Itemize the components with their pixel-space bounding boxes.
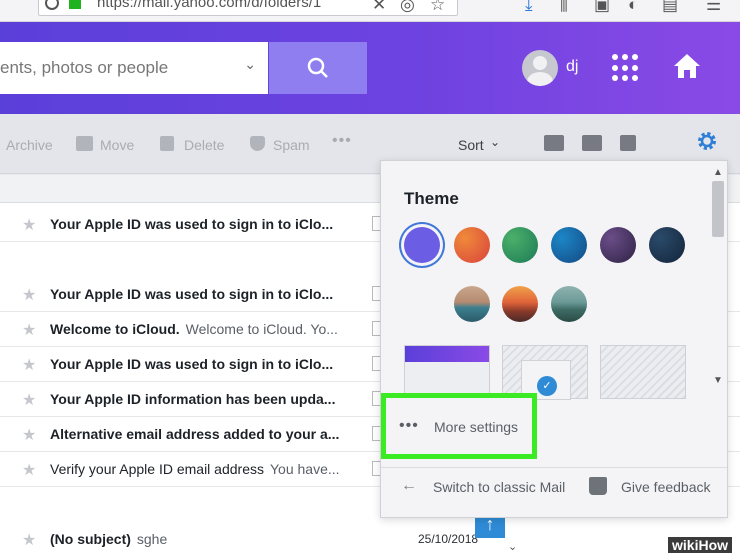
layout-option-3[interactable] — [600, 345, 686, 399]
gear-icon[interactable] — [696, 130, 718, 152]
star-icon[interactable]: ★ — [22, 460, 36, 480]
search-placeholder: ents, photos or people — [0, 58, 169, 77]
message-subject: Your Apple ID was used to sign in to iCl… — [50, 356, 334, 372]
chevron-up-icon[interactable]: ▲ — [713, 167, 723, 178]
search-input[interactable]: ents, photos or people ⌄ — [0, 42, 268, 94]
info-icon[interactable] — [45, 0, 59, 10]
message-snippet: Welcome to iCloud. Yo... — [185, 321, 338, 337]
user-name[interactable]: dj — [566, 58, 578, 76]
notepad-icon[interactable] — [620, 135, 636, 151]
apps-grid-icon[interactable] — [612, 54, 640, 82]
message-snippet: sghe — [136, 531, 168, 547]
extension-icon[interactable]: ◐ — [628, 0, 638, 16]
watermark-wiki: wiki — [672, 537, 699, 553]
library-icon[interactable]: ⫼ — [560, 0, 568, 16]
message-snippet: You have... — [270, 461, 340, 477]
move-button[interactable]: Move — [100, 137, 134, 153]
message-subject: (No subject) — [50, 531, 131, 547]
home-icon[interactable] — [672, 52, 702, 80]
more-settings-label: More settings — [434, 419, 519, 435]
star-icon[interactable]: ★ — [22, 390, 36, 410]
download-icon[interactable]: ⤓ — [525, 0, 533, 16]
divider — [381, 467, 727, 468]
chevron-down-icon[interactable]: ⌄ — [508, 540, 517, 553]
thumbs-up-icon[interactable] — [589, 477, 607, 495]
more-settings-button[interactable]: ••• More settings — [381, 393, 537, 459]
browser-toolbar: https://mail.yahoo.com/d/folders/1 ✕ ◎ ☆… — [0, 0, 740, 22]
theme-image-beach[interactable] — [454, 286, 490, 322]
more-dots-icon: ••• — [399, 417, 419, 434]
layout-option-1[interactable] — [404, 345, 490, 399]
message-subject: Your Apple ID was used to sign in to iCl… — [50, 216, 334, 232]
archive-button[interactable]: Archive — [6, 137, 53, 153]
message-subject: Your Apple ID was used to sign in to iCl… — [50, 286, 334, 302]
switch-classic-button[interactable]: Switch to classic Mail — [433, 479, 565, 495]
theme-image-sunset[interactable] — [502, 286, 538, 322]
star-icon[interactable]: ★ — [22, 320, 36, 340]
chevron-down-icon[interactable]: ▼ — [713, 375, 723, 386]
sort-button[interactable]: Sort — [458, 137, 484, 153]
close-icon[interactable]: ✕ — [372, 0, 386, 16]
theme-swatch-green[interactable] — [502, 227, 538, 263]
reader-icon[interactable]: ◎ — [400, 0, 415, 16]
extension2-icon[interactable]: ▤ — [662, 0, 678, 16]
layout-option-2[interactable]: ✓ — [502, 345, 588, 400]
address-bar[interactable]: https://mail.yahoo.com/d/folders/1 — [38, 0, 458, 16]
watermark-how: How — [698, 537, 729, 553]
theme-swatch-plum[interactable] — [600, 227, 636, 263]
message-date: 25/10/2018 — [418, 532, 479, 546]
theme-title: Theme — [404, 189, 459, 208]
search-icon — [307, 57, 328, 78]
theme-swatch-purple[interactable] — [404, 227, 440, 263]
avatar[interactable] — [522, 50, 558, 86]
message-subject: Welcome to iCloud. — [50, 321, 180, 337]
chevron-down-icon[interactable]: ⌄ — [490, 135, 500, 149]
star-icon[interactable]: ★ — [22, 530, 36, 550]
theme-swatch-orange[interactable] — [454, 227, 490, 263]
secure-lock-icon — [69, 0, 81, 9]
star-icon[interactable]: ★ — [22, 425, 36, 445]
popup-scrollbar[interactable]: ▲ ▼ — [709, 161, 727, 393]
give-feedback-button[interactable]: Give feedback — [621, 479, 711, 495]
settings-popup: Theme ✓ ▲ ▼ ••• More settings ← Switch t… — [380, 160, 728, 518]
url-text[interactable]: https://mail.yahoo.com/d/folders/1 — [97, 0, 321, 11]
list-item[interactable]: ★ (No subject) sghe 25/10/2018 — [0, 522, 740, 555]
calendar-icon[interactable] — [582, 135, 602, 151]
delete-button[interactable]: Delete — [184, 137, 224, 153]
star-icon[interactable]: ★ — [22, 355, 36, 375]
theme-swatch-navy[interactable] — [649, 227, 685, 263]
sidebar-icon[interactable]: ▣ — [594, 0, 610, 16]
scrollbar-thumb[interactable] — [712, 181, 724, 237]
trash-icon — [160, 136, 174, 151]
spam-button[interactable]: Spam — [273, 137, 310, 153]
wikihow-watermark: wikiHow — [668, 537, 733, 553]
mail-header: ents, photos or people ⌄ dj — [0, 22, 740, 114]
more-actions-button[interactable]: ••• — [332, 132, 352, 150]
theme-image-mountains[interactable] — [551, 286, 587, 322]
star-icon[interactable]: ★ — [22, 215, 36, 235]
chevron-down-icon[interactable]: ⌄ — [244, 56, 256, 73]
shield-icon — [250, 136, 265, 151]
menu-icon[interactable]: ☰ — [706, 0, 721, 16]
search-button[interactable] — [269, 42, 367, 94]
move-icon — [76, 136, 93, 151]
message-subject: Verify your Apple ID email address — [50, 461, 264, 477]
message-subject: Your Apple ID information has been upda.… — [50, 391, 336, 407]
theme-swatch-blue[interactable] — [551, 227, 587, 263]
message-subject: Alternative email address added to your … — [50, 426, 340, 442]
star-icon[interactable]: ★ — [22, 285, 36, 305]
contacts-icon[interactable] — [544, 135, 564, 151]
bookmark-star-icon[interactable]: ☆ — [430, 0, 445, 16]
arrow-left-icon[interactable]: ← — [401, 477, 417, 495]
checkmark-icon: ✓ — [537, 376, 557, 396]
